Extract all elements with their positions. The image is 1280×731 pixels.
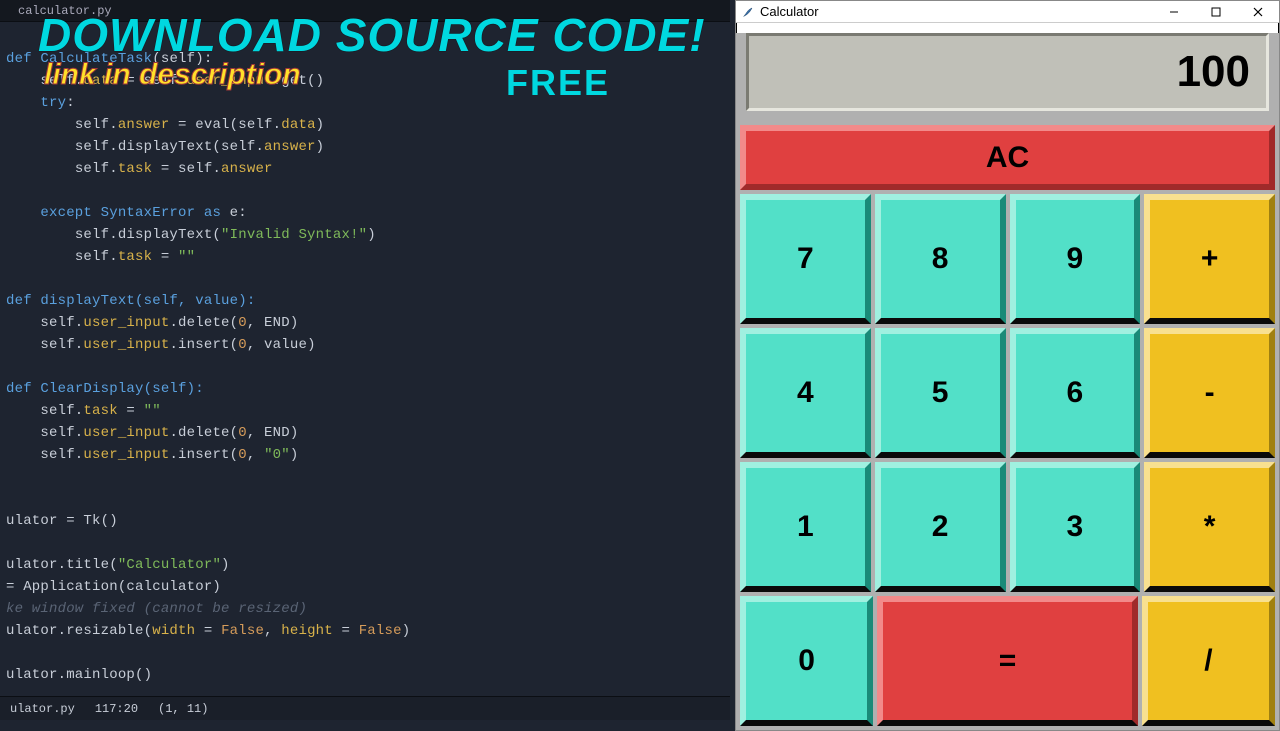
digit-4-button[interactable]: 4	[740, 328, 871, 458]
status-sel: (1, 11)	[158, 702, 208, 716]
equals-button[interactable]: =	[877, 596, 1138, 726]
editor-tab[interactable]: calculator.py	[18, 4, 112, 18]
calculator-window: Calculator 100 AC 7 8 9 + 4 5 6 -	[735, 0, 1280, 731]
status-pos: 117:20	[95, 702, 138, 716]
status-file: ulator.py	[10, 702, 75, 716]
tk-feather-icon	[742, 6, 754, 18]
digit-9-button[interactable]: 9	[1010, 194, 1141, 324]
digit-5-button[interactable]: 5	[875, 328, 1006, 458]
editor-tab-bar: calculator.py	[0, 0, 730, 22]
code-editor: calculator.py def CalculateTask(self): s…	[0, 0, 730, 720]
close-button[interactable]	[1237, 1, 1279, 23]
code-area[interactable]: def CalculateTask(self): self.data = sel…	[0, 22, 730, 712]
minus-button[interactable]: -	[1144, 328, 1275, 458]
plus-button[interactable]: +	[1144, 194, 1275, 324]
calculator-title-text: Calculator	[760, 4, 819, 19]
multiply-button[interactable]: *	[1144, 462, 1275, 592]
digit-3-button[interactable]: 3	[1010, 462, 1141, 592]
digit-6-button[interactable]: 6	[1010, 328, 1141, 458]
ac-button[interactable]: AC	[740, 125, 1275, 190]
digit-8-button[interactable]: 8	[875, 194, 1006, 324]
maximize-button[interactable]	[1195, 1, 1237, 23]
digit-1-button[interactable]: 1	[740, 462, 871, 592]
minimize-button[interactable]	[1153, 1, 1195, 23]
digit-2-button[interactable]: 2	[875, 462, 1006, 592]
digit-0-button[interactable]: 0	[740, 596, 873, 726]
digit-7-button[interactable]: 7	[740, 194, 871, 324]
status-bar: ulator.py 117:20 (1, 11)	[0, 696, 730, 720]
calculator-display: 100	[746, 33, 1269, 111]
calculator-titlebar[interactable]: Calculator	[736, 1, 1279, 23]
divide-button[interactable]: /	[1142, 596, 1275, 726]
